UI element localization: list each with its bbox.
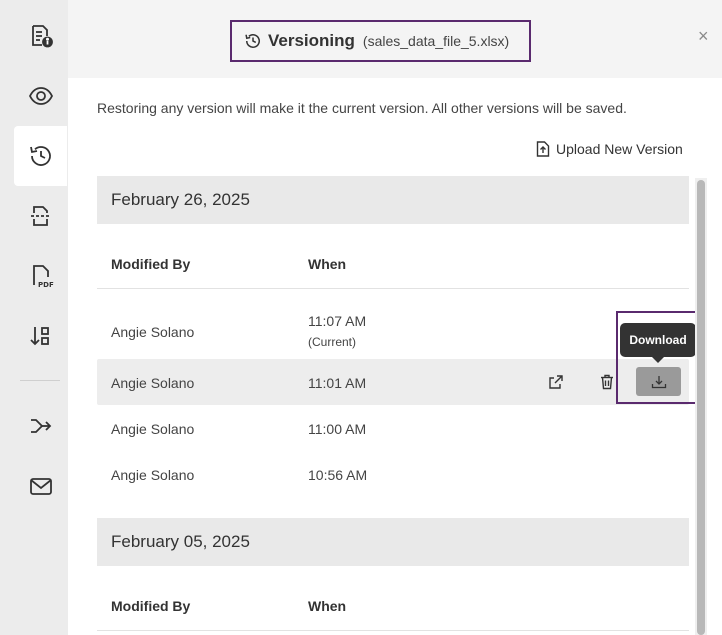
date-label: February 05, 2025 [111, 532, 250, 551]
when-cell: 11:07 AM [308, 313, 367, 329]
trash-icon [601, 374, 613, 390]
mail-icon [29, 478, 52, 495]
eye-icon [28, 87, 53, 105]
restore-info-text: Restoring any version will make it the c… [97, 100, 627, 116]
sort-icon [29, 327, 49, 346]
divider [97, 288, 689, 289]
document-info-icon [31, 25, 53, 48]
current-version-label: (Current) [308, 335, 357, 349]
when-cell: 11:00 AM [308, 421, 367, 437]
sort-button[interactable] [14, 306, 67, 366]
history-icon [29, 146, 51, 166]
date-label: February 26, 2025 [111, 190, 250, 209]
table-row[interactable]: Angie Solano 11:01 AM [97, 359, 689, 405]
panel-title: Versioning (sales_data_file_5.xlsx) [230, 20, 531, 62]
pdf-button[interactable]: PDF [14, 246, 67, 306]
upload-new-version-label: Upload New Version [556, 141, 683, 157]
versioning-button[interactable] [14, 126, 67, 186]
email-button[interactable] [14, 456, 67, 516]
table-row[interactable]: Angie Solano 11:07 AM (Current) [97, 308, 689, 354]
external-link-icon [549, 375, 563, 389]
table-row[interactable]: Angie Solano 10:56 AM [97, 451, 689, 497]
preview-button[interactable] [14, 66, 67, 126]
download-tooltip: Download [620, 323, 696, 363]
when-cell: 10:56 AM [308, 467, 368, 483]
column-header-modified-by: Modified By [111, 598, 191, 614]
share-arrow-icon [30, 419, 51, 433]
when-cell: 11:01 AM [308, 375, 367, 391]
scrollbar-thumb[interactable] [697, 180, 705, 635]
close-icon[interactable]: × [698, 26, 709, 47]
workflow-button[interactable] [14, 396, 67, 456]
upload-new-version-button[interactable]: Upload New Version [536, 141, 683, 157]
divider [97, 630, 689, 631]
compare-button[interactable] [14, 186, 67, 246]
table-row[interactable]: Angie Solano 11:00 AM [97, 405, 689, 451]
modified-by-cell: Angie Solano [111, 375, 195, 391]
open-version-button[interactable] [547, 373, 565, 391]
column-header-when: When [308, 598, 347, 614]
column-header-modified-by: Modified By [111, 256, 191, 272]
svg-text:PDF: PDF [38, 281, 54, 289]
column-header-when: When [308, 256, 347, 272]
file-upload-icon [536, 141, 550, 157]
date-group-header: February 05, 2025 [97, 518, 689, 566]
modified-by-cell: Angie Solano [111, 324, 195, 340]
delete-version-button[interactable] [598, 373, 616, 391]
pdf-file-icon: PDF [32, 265, 54, 289]
rail-divider [20, 380, 60, 381]
date-group-header: February 26, 2025 [97, 176, 689, 224]
document-info-button[interactable] [14, 6, 67, 66]
file-name: (sales_data_file_5.xlsx) [362, 33, 510, 49]
modified-by-cell: Angie Solano [111, 467, 195, 483]
modified-by-cell: Angie Solano [111, 421, 195, 437]
history-icon [245, 34, 260, 48]
document-compare-icon [30, 206, 51, 226]
panel-title-text: Versioning [268, 31, 355, 50]
left-icon-rail: PDF [0, 0, 68, 635]
